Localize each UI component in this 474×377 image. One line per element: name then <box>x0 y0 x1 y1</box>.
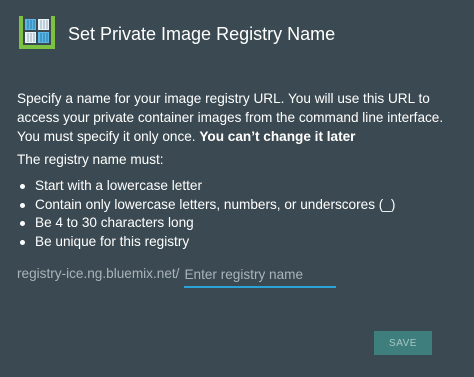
list-item: Contain only lowercase letters, numbers,… <box>17 196 457 215</box>
dialog-header: Set Private Image Registry Name <box>18 14 335 54</box>
registry-name-input[interactable] <box>184 262 337 286</box>
registry-url-prefix: registry-ice.ng.bluemix.net/ <box>17 266 180 281</box>
list-item: Start with a lowercase letter <box>17 177 457 196</box>
intro-paragraph: Specify a name for your image registry U… <box>17 89 457 146</box>
rules-list: Start with a lowercase letter Contain on… <box>17 177 457 251</box>
registry-url-row: registry-ice.ng.bluemix.net/ <box>17 262 337 288</box>
intro-warning: You can’t change it later <box>199 129 356 144</box>
registry-name-dialog: Set Private Image Registry Name Specify … <box>0 0 474 377</box>
rules-title: The registry name must: <box>17 152 164 167</box>
dialog-title: Set Private Image Registry Name <box>68 23 336 44</box>
list-item: Be 4 to 30 characters long <box>17 214 457 233</box>
save-button[interactable]: SAVE <box>374 331 432 355</box>
container-registry-icon <box>19 16 55 49</box>
list-item: Be unique for this registry <box>17 233 457 252</box>
registry-name-field <box>184 262 337 288</box>
